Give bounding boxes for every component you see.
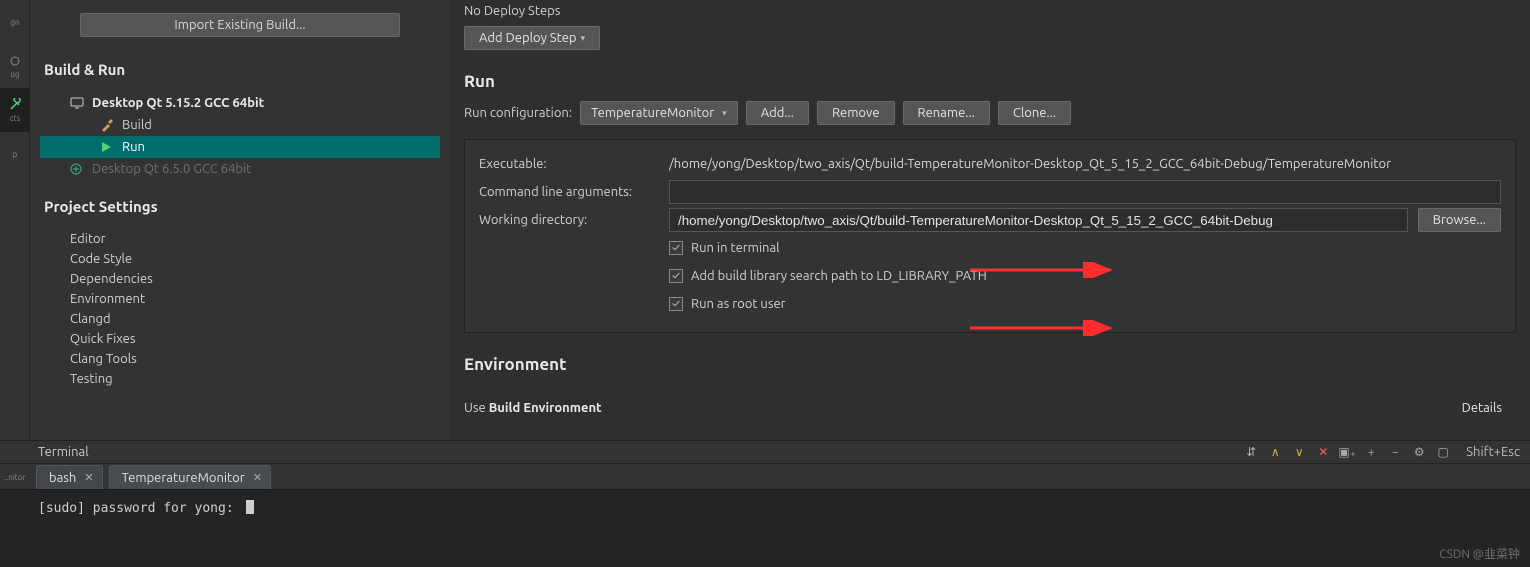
- terminal-remove-icon[interactable]: −: [1386, 443, 1404, 461]
- kit-label: Desktop Qt 5.15.2 GCC 64bit: [92, 96, 264, 110]
- terminal-tab-bash[interactable]: bash ✕: [36, 465, 103, 489]
- watermark: CSDN @韭菜钟: [1439, 545, 1520, 562]
- build-and-run-title: Build & Run: [44, 61, 440, 78]
- kit-build-step[interactable]: Build: [40, 114, 440, 136]
- terminal-add-icon[interactable]: +: [1362, 443, 1380, 461]
- rename-run-config-button[interactable]: Rename...: [903, 101, 990, 125]
- terminal-shortcut-hint: Shift+Esc: [1466, 445, 1520, 459]
- run-as-root-row[interactable]: Run as root user: [669, 290, 1501, 318]
- environment-details-button[interactable]: Details: [1448, 396, 1516, 420]
- close-icon[interactable]: ✕: [84, 471, 93, 484]
- tab-label: TemperatureMonitor: [122, 471, 245, 485]
- settings-testing[interactable]: Testing: [40, 369, 440, 389]
- run-as-root-label: Run as root user: [691, 297, 786, 311]
- kit-label: Build: [122, 118, 152, 132]
- import-existing-build-button[interactable]: Import Existing Build...: [80, 13, 400, 37]
- executable-value: /home/yong/Desktop/two_axis/Qt/build-Tem…: [669, 157, 1501, 171]
- add-run-config-button[interactable]: Add...: [746, 101, 809, 125]
- clone-run-config-button[interactable]: Clone...: [998, 101, 1071, 125]
- environment-section-title: Environment: [464, 355, 1516, 374]
- settings-clangd[interactable]: Clangd: [40, 309, 440, 329]
- settings-quick-fixes[interactable]: Quick Fixes: [40, 329, 440, 349]
- design-mode[interactable]: gn: [0, 0, 30, 44]
- browse-working-dir-button[interactable]: Browse...: [1418, 208, 1501, 232]
- ld-library-path-row[interactable]: Add build library search path to LD_LIBR…: [669, 262, 1501, 290]
- settings-editor[interactable]: Editor: [40, 229, 440, 249]
- add-deploy-step-button[interactable]: Add Deploy Step: [464, 26, 600, 50]
- terminal-options-icon[interactable]: ⇵: [1242, 443, 1260, 461]
- kit-run-step[interactable]: Run: [40, 136, 440, 158]
- project-settings-section: Project Settings Editor Code Style Depen…: [40, 198, 440, 389]
- ld-library-path-checkbox[interactable]: [669, 269, 683, 283]
- wrench-icon: [8, 98, 22, 112]
- monitor-icon: [70, 97, 84, 109]
- terminal-tab-temperature-monitor[interactable]: TemperatureMonitor ✕: [109, 465, 271, 489]
- mode-sidebar: gn ug cts p: [0, 0, 30, 440]
- bug-icon: [8, 54, 22, 68]
- run-settings-page: No Deploy Steps Add Deploy Step Run Run …: [450, 0, 1530, 440]
- play-icon: [100, 141, 114, 153]
- debug-mode[interactable]: ug: [0, 44, 30, 88]
- run-in-terminal-row[interactable]: Run in terminal: [669, 234, 1501, 262]
- settings-clang-tools[interactable]: Clang Tools: [40, 349, 440, 369]
- use-environment-label: Use Build Environment: [464, 401, 602, 415]
- kit-label: Desktop Qt 6.5.0 GCC 64bit: [92, 162, 251, 176]
- terminal-toolbar: Terminal ⇵ ∧ ∨ ✕ ▣₊ + − ⚙ ▢ Shift+Esc: [0, 440, 1530, 464]
- working-dir-input[interactable]: [669, 208, 1408, 232]
- terminal-pane-title: Terminal: [38, 445, 89, 459]
- run-config-label: Run configuration:: [464, 106, 572, 120]
- no-deploy-steps-label: No Deploy Steps: [464, 4, 1516, 18]
- run-as-root-checkbox[interactable]: [669, 297, 683, 311]
- ld-library-path-label: Add build library search path to LD_LIBR…: [691, 269, 987, 283]
- terminal-stop-icon[interactable]: ✕: [1314, 443, 1332, 461]
- run-config-select[interactable]: TemperatureMonitor: [580, 101, 738, 125]
- kit-label: Run: [122, 140, 145, 154]
- project-settings-title: Project Settings: [44, 198, 440, 215]
- terminal-up-icon[interactable]: ∧: [1266, 443, 1284, 461]
- remove-run-config-button[interactable]: Remove: [817, 101, 895, 125]
- terminal-cursor: [246, 500, 254, 514]
- terminal-settings-icon[interactable]: ⚙: [1410, 443, 1428, 461]
- terminal-side-label: ..nitor: [0, 464, 30, 490]
- run-in-terminal-label: Run in terminal: [691, 241, 780, 255]
- environment-bar: Use Build Environment Details: [464, 396, 1516, 424]
- terminal-close-icon[interactable]: ▢: [1434, 443, 1452, 461]
- executable-label: Executable:: [479, 157, 669, 171]
- projects-mode[interactable]: cts: [0, 88, 30, 132]
- plus-circle-icon: [70, 163, 84, 175]
- args-input[interactable]: [669, 180, 1501, 204]
- projects-panel: Import Existing Build... Build & Run Des…: [30, 0, 450, 440]
- terminal-output[interactable]: [sudo] password for yong:: [0, 490, 1530, 567]
- settings-environment[interactable]: Environment: [40, 289, 440, 309]
- settings-dependencies[interactable]: Dependencies: [40, 269, 440, 289]
- settings-code-style[interactable]: Code Style: [40, 249, 440, 269]
- run-configuration-row: Run configuration: TemperatureMonitor Ad…: [464, 101, 1516, 125]
- run-in-terminal-checkbox[interactable]: [669, 241, 683, 255]
- kit-desktop-qt6[interactable]: Desktop Qt 6.5.0 GCC 64bit: [40, 158, 440, 180]
- close-icon[interactable]: ✕: [253, 471, 262, 484]
- run-details-box: Executable: /home/yong/Desktop/two_axis/…: [464, 139, 1516, 333]
- terminal-new-icon[interactable]: ▣₊: [1338, 443, 1356, 461]
- kit-desktop-qt5[interactable]: Desktop Qt 5.15.2 GCC 64bit: [40, 92, 440, 114]
- help-mode[interactable]: p: [0, 132, 30, 176]
- terminal-tab-bar: ..nitor bash ✕ TemperatureMonitor ✕: [0, 464, 1530, 490]
- hammer-icon: [100, 118, 114, 132]
- args-label: Command line arguments:: [479, 185, 669, 199]
- tab-label: bash: [49, 471, 76, 485]
- terminal-prompt-text: [sudo] password for yong:: [38, 501, 234, 516]
- run-section-title: Run: [464, 72, 1516, 91]
- working-dir-label: Working directory:: [479, 213, 669, 227]
- terminal-down-icon[interactable]: ∨: [1290, 443, 1308, 461]
